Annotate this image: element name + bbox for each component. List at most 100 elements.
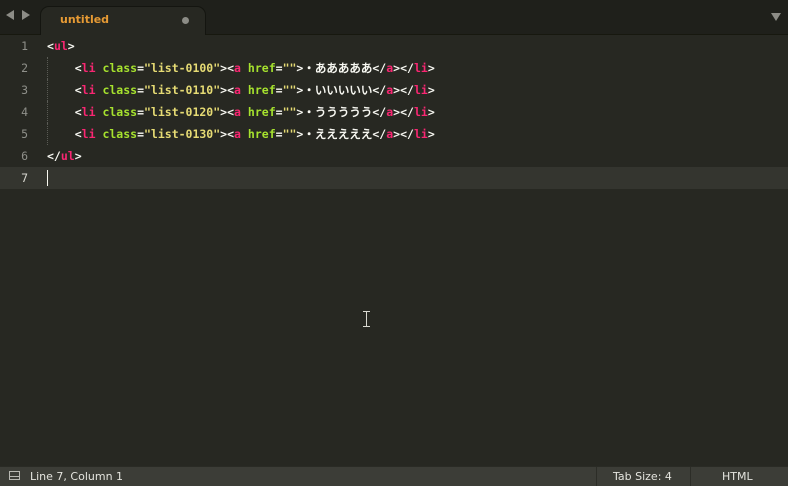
status-divider [596, 467, 597, 486]
text-cursor-icon [363, 311, 370, 327]
token-punct: = [137, 127, 144, 141]
code-line[interactable]: 5 <li class="list-0130"><a href="">・ええええ… [0, 123, 788, 145]
token-punct: < [227, 83, 235, 97]
tab-title: untitled [60, 13, 110, 26]
line-code: </ul> [47, 145, 82, 167]
token-tag: li [413, 127, 428, 141]
line-number: 5 [21, 127, 28, 141]
tab-list-dropdown-icon[interactable] [771, 13, 781, 21]
dirty-dot-icon[interactable] [182, 17, 189, 24]
line-code: <li class="list-0110"><a href="">・いいいいい<… [47, 79, 435, 101]
tab-untitled[interactable]: untitled [40, 6, 206, 35]
token-str: "list-0130" [144, 127, 221, 141]
status-divider [690, 467, 691, 486]
token-tag: li [81, 61, 96, 75]
token-punct: > [74, 149, 82, 163]
token-tag: li [81, 127, 96, 141]
line-code: <ul> [47, 35, 75, 57]
token-punct: < [227, 127, 235, 141]
code-line[interactable]: 4 <li class="list-0120"><a href="">・うううう… [0, 101, 788, 123]
token-attr: class [102, 83, 138, 97]
token-str: "list-0100" [144, 61, 221, 75]
line-number: 3 [21, 83, 28, 97]
token-str: "list-0120" [144, 105, 221, 119]
token-punct: = [137, 105, 144, 119]
token-str: "list-0110" [144, 83, 221, 97]
token-punct: </ [372, 61, 387, 75]
back-arrow-icon[interactable] [6, 10, 14, 20]
token-punct: = [137, 83, 144, 97]
token-str: "" [282, 61, 297, 75]
token-tag: li [81, 105, 96, 119]
caret [47, 170, 48, 186]
panel-toggle-icon[interactable] [9, 471, 20, 480]
code-line[interactable]: 2 <li class="list-0100"><a href="">・ああああ… [0, 57, 788, 79]
code-line[interactable]: 3 <li class="list-0110"><a href="">・いいいい… [0, 79, 788, 101]
token-tag: li [413, 61, 428, 75]
token-tag: a [234, 83, 241, 97]
token-tag: a [234, 105, 241, 119]
token-tag: ul [53, 39, 68, 53]
token-str: "" [282, 105, 297, 119]
token-punct [241, 127, 248, 141]
token-tag: a [234, 61, 241, 75]
token-text: ・ううううう [303, 105, 373, 119]
token-punct: > [427, 83, 435, 97]
token-punct: < [227, 105, 235, 119]
cursor-position: Line 7, Column 1 [30, 470, 124, 483]
token-text: ・あああああ [303, 61, 373, 75]
line-code: <li class="list-0130"><a href="">・えええええ<… [47, 123, 435, 145]
line-code: <li class="list-0120"><a href="">・ううううう<… [47, 101, 435, 123]
token-punct: </ [372, 105, 387, 119]
token-attr: class [102, 105, 138, 119]
token-attr: class [102, 61, 138, 75]
token-punct: </ [400, 105, 414, 119]
token-punct: = [275, 61, 283, 75]
status-bar: Line 7, Column 1 Tab Size: 4 HTML [0, 466, 788, 486]
token-punct: > [427, 105, 435, 119]
code-editor[interactable]: 1 <ul> 2 <li class="list-0100"><a href="">… [0, 35, 788, 466]
token-attr: class [102, 127, 138, 141]
token-punct: = [137, 61, 144, 75]
line-number: 1 [21, 39, 28, 53]
token-punct: < [74, 83, 82, 97]
token-punct: < [74, 105, 82, 119]
token-text: ・えええええ [303, 127, 373, 141]
token-punct: > [427, 61, 435, 75]
token-tag: a [234, 127, 241, 141]
token-attr: href [247, 83, 276, 97]
code-line[interactable]: 1 <ul> [0, 35, 788, 57]
token-tag: li [81, 83, 96, 97]
token-punct: < [47, 39, 54, 53]
token-attr: href [247, 105, 276, 119]
code-line[interactable]: 6 </ul> [0, 145, 788, 167]
token-punct: </ [372, 127, 387, 141]
token-punct: > [67, 39, 75, 53]
token-attr: href [247, 127, 276, 141]
token-attr: href [247, 61, 276, 75]
token-tag: ul [60, 149, 75, 163]
token-tag: li [413, 83, 428, 97]
token-tag: li [413, 105, 428, 119]
line-number: 7 [21, 171, 28, 185]
token-punct [241, 105, 248, 119]
token-punct: </ [47, 149, 61, 163]
token-text: ・いいいいい [303, 83, 373, 97]
forward-arrow-icon[interactable] [22, 10, 30, 20]
token-str: "" [282, 127, 297, 141]
token-punct: < [74, 127, 82, 141]
code-line[interactable]: 7 [0, 167, 788, 189]
tab-size-setting[interactable]: Tab Size: 4 [613, 470, 672, 483]
token-punct: < [74, 61, 82, 75]
line-number: 4 [21, 105, 28, 119]
line-number: 2 [21, 61, 28, 75]
token-punct: = [275, 127, 283, 141]
token-punct: </ [400, 83, 414, 97]
line-code: <li class="list-0100"><a href="">・あああああ<… [47, 57, 435, 79]
syntax-setting[interactable]: HTML [722, 470, 753, 483]
token-punct: < [227, 61, 235, 75]
line-number: 6 [21, 149, 28, 163]
